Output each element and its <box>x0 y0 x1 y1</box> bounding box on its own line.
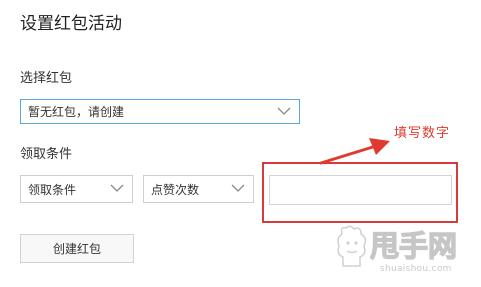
redpacket-select[interactable]: 暂无红包，请创建 <box>20 99 300 124</box>
redpacket-label: 选择红包 <box>20 71 73 86</box>
condition-label: 领取条件 <box>20 147 73 162</box>
chevron-down-icon <box>277 107 291 115</box>
annotation-text: 填写数字 <box>394 126 451 141</box>
watermark-url: shuaishou.com <box>380 264 452 274</box>
chevron-down-icon <box>231 184 245 192</box>
arrow-icon <box>319 138 390 165</box>
watermark-brand-text: 甩手网 <box>370 229 457 262</box>
create-redpacket-button[interactable]: 创建红包 <box>20 234 134 263</box>
page-title: 设置红包活动 <box>20 14 122 34</box>
condition-metric-select[interactable]: 点赞次数 <box>143 175 254 203</box>
watermark-brand: 甩手网 <box>370 228 458 262</box>
condition-type-select[interactable]: 领取条件 <box>20 175 133 203</box>
highlight-box <box>262 162 458 223</box>
watermark-mascot-icon <box>337 225 367 267</box>
chevron-down-icon <box>110 184 124 192</box>
redpacket-select-value: 暂无红包，请创建 <box>28 105 125 119</box>
